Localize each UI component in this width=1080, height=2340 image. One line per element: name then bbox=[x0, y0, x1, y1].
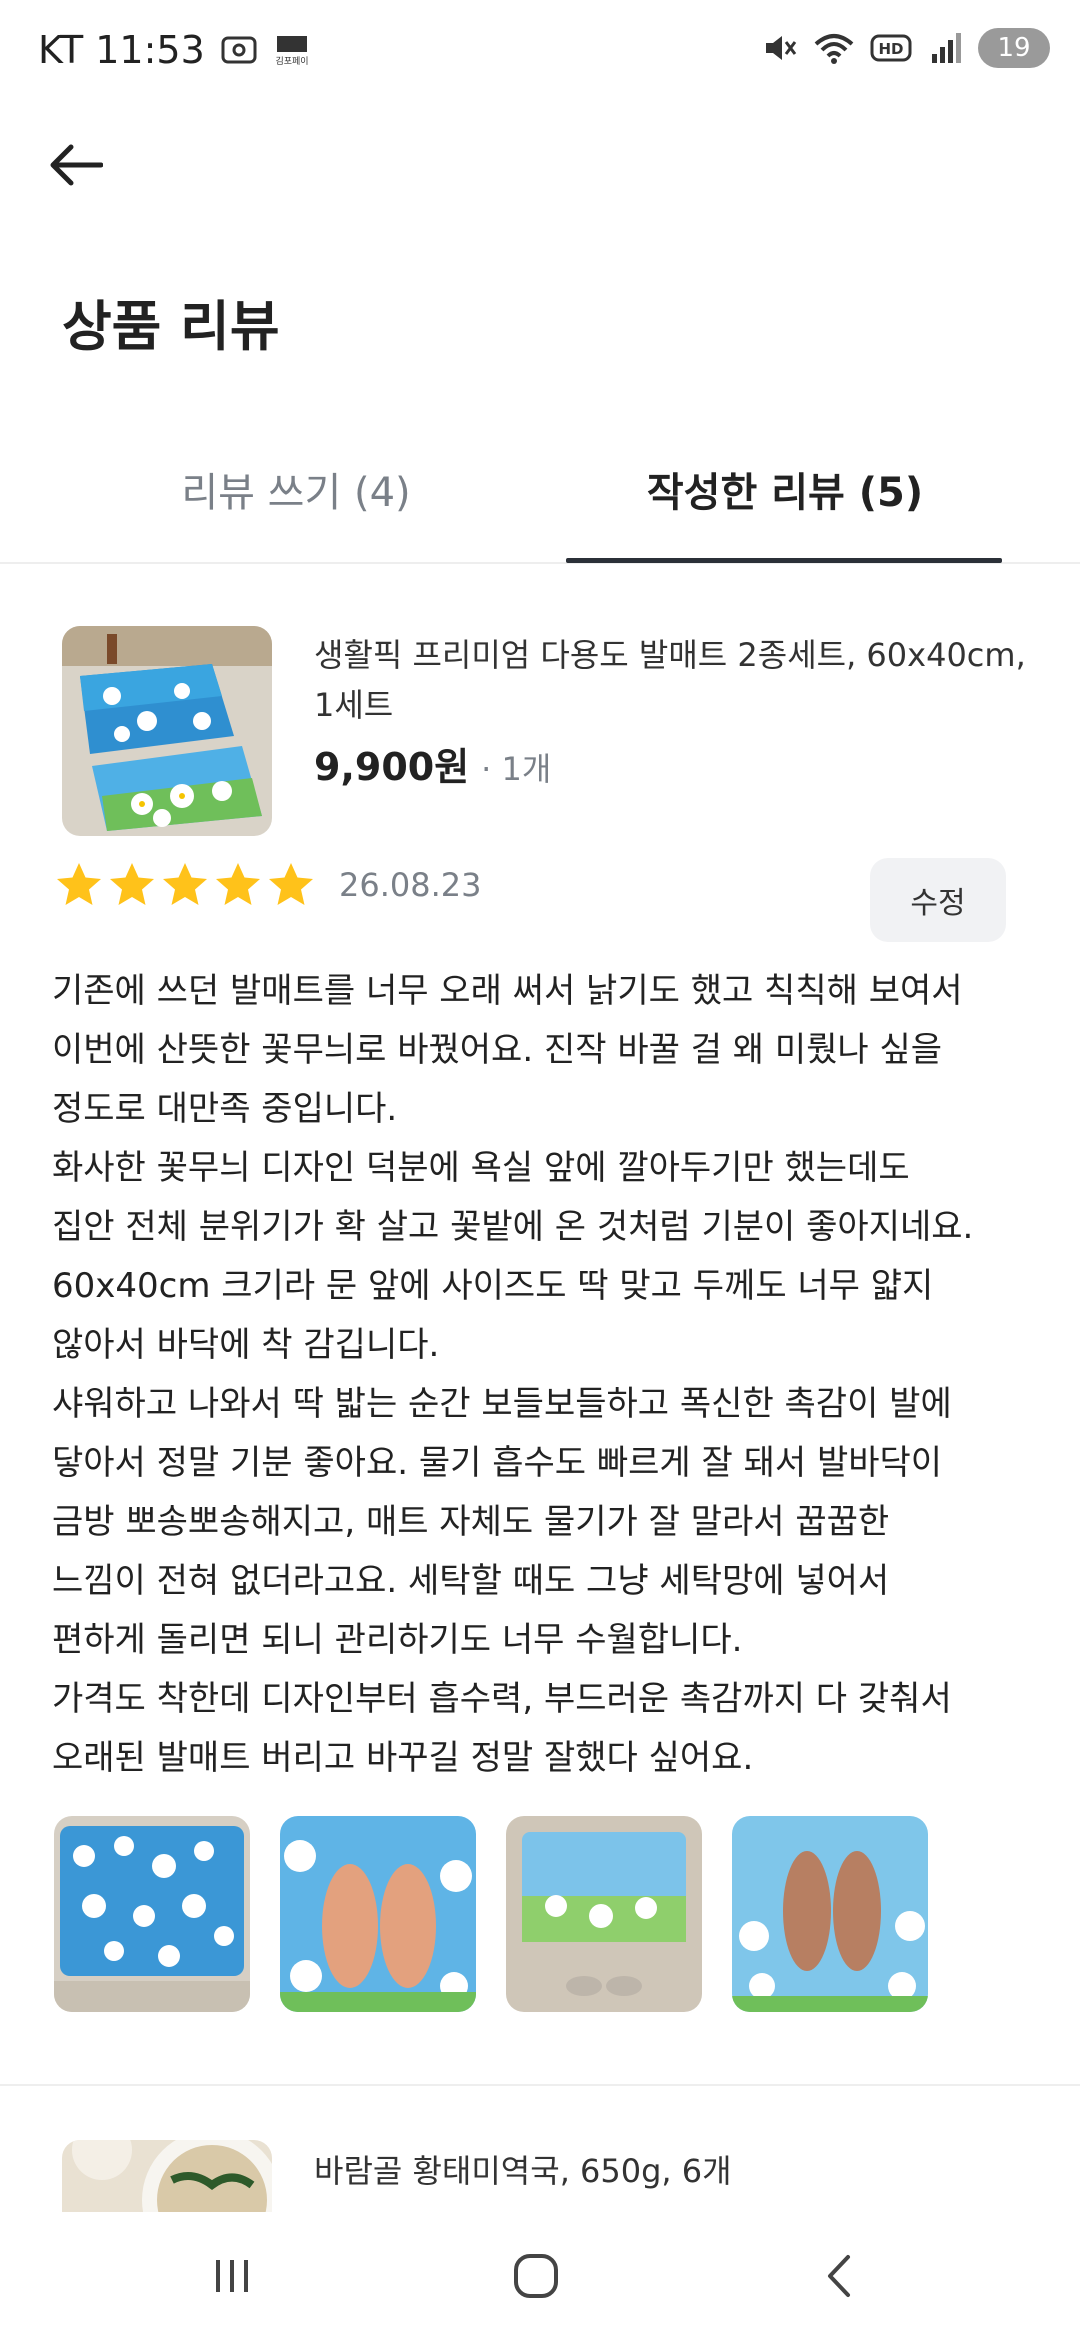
bath-mat-image bbox=[62, 626, 272, 836]
edit-review-button[interactable]: 수정 bbox=[870, 858, 1006, 942]
product-name[interactable]: 생활픽 프리미엄 다용도 발매트 2종세트, 60x40cm, 1세트 bbox=[314, 630, 1034, 730]
review-photo-3[interactable] bbox=[506, 1816, 702, 2012]
arrow-left-icon bbox=[50, 144, 103, 186]
photo-feet-on-mat-image bbox=[732, 1816, 928, 2012]
screenshot-icon bbox=[221, 36, 257, 64]
product-thumbnail[interactable] bbox=[62, 626, 272, 836]
battery-indicator: 19 bbox=[978, 28, 1050, 68]
review-date: 26.08.23 bbox=[339, 866, 482, 904]
review-text-line: 편하게 돌리면 되니 관리하기도 너무 수월합니다. bbox=[52, 1620, 743, 1660]
review-photo-1[interactable] bbox=[54, 1816, 250, 2012]
review-text-line: 집안 전체 분위기가 확 살고 꽃밭에 온 것처럼 기분이 좋아지네요. bbox=[52, 1207, 974, 1247]
status-bar: KT 11:53 김포페이 HD 19 bbox=[0, 0, 1080, 100]
rating-row: 26.08.23 bbox=[54, 860, 482, 910]
review-text-line: 닿아서 정말 기분 좋아요. 물기 흡수도 빠르게 잘 돼서 발바닥이 bbox=[52, 1443, 943, 1483]
chevron-left-icon bbox=[828, 2255, 850, 2297]
status-left: KT 11:53 김포페이 bbox=[38, 28, 313, 72]
price-line: 9,900원 · 1개 bbox=[314, 736, 551, 791]
status-right: HD 19 bbox=[762, 28, 1050, 68]
page-title: 상품 리뷰 bbox=[62, 295, 280, 358]
review-text-line: 이번에 산뜻한 꽃무늬로 바꿨어요. 진작 바꿀 걸 왜 미뤘나 싶을 bbox=[52, 1030, 943, 1070]
review-text-line: 오래된 발매트 버리고 바꾸길 정말 잘했다 싶어요. bbox=[52, 1738, 754, 1778]
review-photo-2[interactable] bbox=[280, 1816, 476, 2012]
mute-icon bbox=[766, 36, 797, 60]
product-quantity: · 1개 bbox=[481, 750, 552, 788]
tab-written-reviews[interactable]: 작성한 리뷰 (5) bbox=[565, 460, 1005, 518]
review-text-line: 샤워하고 나와서 딱 밟는 순간 보들보들하고 폭신한 촉감이 발에 bbox=[52, 1384, 952, 1424]
review-divider bbox=[0, 2084, 1080, 2086]
product-name[interactable]: 바람골 황태미역국, 650g, 6개 bbox=[314, 2146, 732, 2192]
recent-apps-icon bbox=[216, 2260, 248, 2292]
star-icon bbox=[163, 863, 207, 905]
system-nav-bar bbox=[0, 2212, 1080, 2340]
tab-write-review[interactable]: 리뷰 쓰기 (4) bbox=[76, 460, 516, 518]
review-photos bbox=[54, 1816, 928, 2012]
signal-icon bbox=[932, 33, 961, 63]
hd-icon: HD bbox=[870, 34, 912, 62]
photo-feet-image bbox=[280, 1816, 476, 2012]
carrier-time: KT 11:53 bbox=[38, 28, 205, 72]
wifi-icon bbox=[814, 34, 854, 64]
photo-mat-image bbox=[54, 1816, 250, 2012]
star-icon bbox=[57, 863, 101, 905]
review-text-line: 가격도 착한데 디자인부터 흡수력, 부드러운 촉감까지 다 갖춰서 bbox=[52, 1679, 952, 1719]
soup-image bbox=[62, 2140, 272, 2212]
review-text-line: 않아서 바닥에 착 감깁니다. bbox=[52, 1325, 440, 1365]
star-icon bbox=[269, 863, 313, 905]
nav-back-button[interactable] bbox=[800, 2246, 880, 2306]
review-text-line: 금방 뽀송뽀송해지고, 매트 자체도 물기가 잘 말라서 꿉꿉한 bbox=[52, 1502, 890, 1542]
back-button[interactable] bbox=[40, 135, 110, 195]
review-text: 기존에 쓰던 발매트를 너무 오래 써서 낡기도 했고 칙칙해 보여서이번에 산… bbox=[52, 962, 1042, 1788]
review-text-line: 60x40cm 크기라 문 앞에 사이즈도 딱 맞고 두께도 너무 얇지 bbox=[52, 1266, 934, 1306]
star-rating bbox=[54, 860, 319, 910]
star-icon bbox=[216, 863, 260, 905]
active-tab-indicator bbox=[566, 558, 1002, 563]
review-text-line: 느낌이 전혀 없더라고요. 세탁할 때도 그냥 세탁망에 넣어서 bbox=[52, 1561, 890, 1601]
product-price: 9,900원 bbox=[314, 745, 470, 789]
photo-mat-floor-image bbox=[506, 1816, 702, 2012]
product-thumbnail[interactable] bbox=[62, 2140, 272, 2212]
home-icon bbox=[514, 2254, 558, 2298]
gimpo-pay-label: 김포페이 bbox=[275, 55, 308, 67]
review-card: 바람골 황태미역국, 650g, 6개 bbox=[0, 2140, 1080, 2212]
review-text-line: 기존에 쓰던 발매트를 너무 오래 써서 낡기도 했고 칙칙해 보여서 bbox=[52, 971, 963, 1011]
hd-label: HD bbox=[878, 40, 903, 58]
review-text-line: 정도로 대만족 중입니다. bbox=[52, 1089, 398, 1129]
review-tabs: 리뷰 쓰기 (4) 작성한 리뷰 (5) bbox=[0, 440, 1080, 564]
recent-apps-button[interactable] bbox=[192, 2246, 272, 2306]
home-button[interactable] bbox=[496, 2246, 576, 2306]
review-photo-4[interactable] bbox=[732, 1816, 928, 2012]
review-text-line: 화사한 꽃무늬 디자인 덕분에 욕실 앞에 깔아두기만 했는데도 bbox=[52, 1148, 910, 1188]
star-icon bbox=[110, 863, 154, 905]
gimpo-pay-icon: 김포페이 bbox=[275, 36, 308, 67]
